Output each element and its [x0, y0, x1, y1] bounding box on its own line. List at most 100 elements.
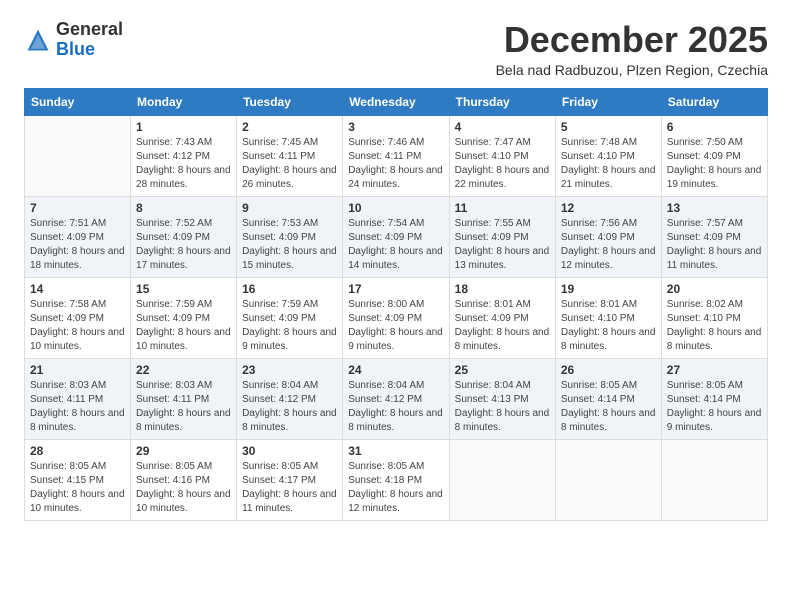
day-number: 6 — [667, 120, 762, 134]
logo: General Blue — [24, 20, 123, 60]
calendar-table: SundayMondayTuesdayWednesdayThursdayFrid… — [24, 88, 768, 521]
day-info: Sunrise: 8:03 AMSunset: 4:11 PMDaylight:… — [30, 379, 125, 435]
day-info: Sunrise: 7:58 AMSunset: 4:09 PMDaylight:… — [30, 298, 125, 354]
weekday-header-tuesday: Tuesday — [237, 88, 343, 115]
day-number: 14 — [30, 282, 125, 296]
day-info: Sunrise: 7:45 AMSunset: 4:11 PMDaylight:… — [242, 136, 337, 192]
calendar-cell: 28 Sunrise: 8:05 AMSunset: 4:15 PMDayligh… — [25, 439, 131, 520]
day-number: 17 — [348, 282, 443, 296]
day-number: 10 — [348, 201, 443, 215]
day-info: Sunrise: 7:56 AMSunset: 4:09 PMDaylight:… — [561, 217, 656, 273]
calendar-cell: 5 Sunrise: 7:48 AMSunset: 4:10 PMDaylight… — [555, 115, 661, 196]
day-info: Sunrise: 8:03 AMSunset: 4:11 PMDaylight:… — [136, 379, 231, 435]
day-info: Sunrise: 8:01 AMSunset: 4:09 PMDaylight:… — [455, 298, 550, 354]
location-subtitle: Bela nad Radbuzou, Plzen Region, Czechia — [496, 62, 768, 78]
day-info: Sunrise: 8:05 AMSunset: 4:15 PMDaylight:… — [30, 460, 125, 516]
title-block: December 2025 Bela nad Radbuzou, Plzen R… — [496, 20, 768, 78]
day-number: 24 — [348, 363, 443, 377]
calendar-cell: 14 Sunrise: 7:58 AMSunset: 4:09 PMDayligh… — [25, 277, 131, 358]
day-number: 21 — [30, 363, 125, 377]
calendar-cell: 10 Sunrise: 7:54 AMSunset: 4:09 PMDayligh… — [343, 196, 449, 277]
calendar-week-row: 7 Sunrise: 7:51 AMSunset: 4:09 PMDaylight… — [25, 196, 768, 277]
logo-text: General Blue — [56, 20, 123, 60]
weekday-header-saturday: Saturday — [661, 88, 767, 115]
calendar-cell: 23Sunrise: 8:04 AMSunset: 4:12 PMDayligh… — [237, 358, 343, 439]
day-info: Sunrise: 8:04 AMSunset: 4:13 PMDaylight:… — [455, 379, 550, 435]
day-number: 8 — [136, 201, 231, 215]
day-info: Sunrise: 7:59 AMSunset: 4:09 PMDaylight:… — [242, 298, 337, 354]
page-header: General Blue December 2025 Bela nad Radb… — [24, 20, 768, 78]
day-info: Sunrise: 7:43 AMSunset: 4:12 PMDaylight:… — [136, 136, 231, 192]
day-info: Sunrise: 8:04 AMSunset: 4:12 PMDaylight:… — [242, 379, 337, 435]
day-number: 1 — [136, 120, 231, 134]
calendar-cell: 16Sunrise: 7:59 AMSunset: 4:09 PMDayligh… — [237, 277, 343, 358]
calendar-cell: 26 Sunrise: 8:05 AMSunset: 4:14 PMDayligh… — [555, 358, 661, 439]
day-info: Sunrise: 7:51 AMSunset: 4:09 PMDaylight:… — [30, 217, 125, 273]
calendar-cell: 18 Sunrise: 8:01 AMSunset: 4:09 PMDayligh… — [449, 277, 555, 358]
day-info: Sunrise: 8:05 AMSunset: 4:18 PMDaylight:… — [348, 460, 443, 516]
calendar-cell: 12 Sunrise: 7:56 AMSunset: 4:09 PMDayligh… — [555, 196, 661, 277]
day-number: 31 — [348, 444, 443, 458]
day-info: Sunrise: 7:54 AMSunset: 4:09 PMDaylight:… — [348, 217, 443, 273]
calendar-cell: 13 Sunrise: 7:57 AMSunset: 4:09 PMDayligh… — [661, 196, 767, 277]
calendar-cell: 1 Sunrise: 7:43 AMSunset: 4:12 PMDaylight… — [131, 115, 237, 196]
calendar-cell: 21 Sunrise: 8:03 AMSunset: 4:11 PMDayligh… — [25, 358, 131, 439]
day-number: 26 — [561, 363, 656, 377]
day-info: Sunrise: 7:55 AMSunset: 4:09 PMDaylight:… — [455, 217, 550, 273]
month-title: December 2025 — [496, 20, 768, 60]
day-number: 30 — [242, 444, 337, 458]
day-number: 9 — [242, 201, 337, 215]
calendar-cell: 8 Sunrise: 7:52 AMSunset: 4:09 PMDaylight… — [131, 196, 237, 277]
day-info: Sunrise: 8:05 AMSunset: 4:14 PMDaylight:… — [561, 379, 656, 435]
day-number: 28 — [30, 444, 125, 458]
day-info: Sunrise: 7:48 AMSunset: 4:10 PMDaylight:… — [561, 136, 656, 192]
calendar-week-row: 21 Sunrise: 8:03 AMSunset: 4:11 PMDayligh… — [25, 358, 768, 439]
day-info: Sunrise: 7:50 AMSunset: 4:09 PMDaylight:… — [667, 136, 762, 192]
calendar-cell — [449, 439, 555, 520]
day-info: Sunrise: 7:52 AMSunset: 4:09 PMDaylight:… — [136, 217, 231, 273]
calendar-cell: 3Sunrise: 7:46 AMSunset: 4:11 PMDaylight… — [343, 115, 449, 196]
day-number: 4 — [455, 120, 550, 134]
calendar-cell: 19 Sunrise: 8:01 AMSunset: 4:10 PMDayligh… — [555, 277, 661, 358]
calendar-cell: 11Sunrise: 7:55 AMSunset: 4:09 PMDayligh… — [449, 196, 555, 277]
calendar-cell: 27Sunrise: 8:05 AMSunset: 4:14 PMDayligh… — [661, 358, 767, 439]
day-number: 5 — [561, 120, 656, 134]
calendar-cell: 6 Sunrise: 7:50 AMSunset: 4:09 PMDaylight… — [661, 115, 767, 196]
day-number: 7 — [30, 201, 125, 215]
day-info: Sunrise: 8:01 AMSunset: 4:10 PMDaylight:… — [561, 298, 656, 354]
logo-icon — [24, 26, 52, 54]
calendar-cell — [25, 115, 131, 196]
day-number: 13 — [667, 201, 762, 215]
day-info: Sunrise: 7:47 AMSunset: 4:10 PMDaylight:… — [455, 136, 550, 192]
day-info: Sunrise: 8:04 AMSunset: 4:12 PMDaylight:… — [348, 379, 443, 435]
calendar-cell: 24 Sunrise: 8:04 AMSunset: 4:12 PMDayligh… — [343, 358, 449, 439]
calendar-cell: 25 Sunrise: 8:04 AMSunset: 4:13 PMDayligh… — [449, 358, 555, 439]
day-number: 20 — [667, 282, 762, 296]
day-number: 19 — [561, 282, 656, 296]
weekday-header-monday: Monday — [131, 88, 237, 115]
calendar-cell: 15Sunrise: 7:59 AMSunset: 4:09 PMDayligh… — [131, 277, 237, 358]
calendar-cell: 29Sunrise: 8:05 AMSunset: 4:16 PMDayligh… — [131, 439, 237, 520]
calendar-cell: 22Sunrise: 8:03 AMSunset: 4:11 PMDayligh… — [131, 358, 237, 439]
weekday-header-sunday: Sunday — [25, 88, 131, 115]
day-info: Sunrise: 7:57 AMSunset: 4:09 PMDaylight:… — [667, 217, 762, 273]
calendar-cell — [661, 439, 767, 520]
day-info: Sunrise: 8:05 AMSunset: 4:14 PMDaylight:… — [667, 379, 762, 435]
weekday-header-row: SundayMondayTuesdayWednesdayThursdayFrid… — [25, 88, 768, 115]
calendar-cell: 9Sunrise: 7:53 AMSunset: 4:09 PMDaylight… — [237, 196, 343, 277]
calendar-cell: 7 Sunrise: 7:51 AMSunset: 4:09 PMDaylight… — [25, 196, 131, 277]
day-number: 2 — [242, 120, 337, 134]
day-number: 25 — [455, 363, 550, 377]
calendar-week-row: 28 Sunrise: 8:05 AMSunset: 4:15 PMDayligh… — [25, 439, 768, 520]
day-number: 15 — [136, 282, 231, 296]
calendar-cell: 17 Sunrise: 8:00 AMSunset: 4:09 PMDayligh… — [343, 277, 449, 358]
calendar-cell: 2 Sunrise: 7:45 AMSunset: 4:11 PMDaylight… — [237, 115, 343, 196]
calendar-cell: 31 Sunrise: 8:05 AMSunset: 4:18 PMDayligh… — [343, 439, 449, 520]
calendar-cell: 4 Sunrise: 7:47 AMSunset: 4:10 PMDaylight… — [449, 115, 555, 196]
day-info: Sunrise: 8:05 AMSunset: 4:17 PMDaylight:… — [242, 460, 337, 516]
day-info: Sunrise: 8:00 AMSunset: 4:09 PMDaylight:… — [348, 298, 443, 354]
day-number: 12 — [561, 201, 656, 215]
day-info: Sunrise: 8:02 AMSunset: 4:10 PMDaylight:… — [667, 298, 762, 354]
day-number: 18 — [455, 282, 550, 296]
weekday-header-thursday: Thursday — [449, 88, 555, 115]
